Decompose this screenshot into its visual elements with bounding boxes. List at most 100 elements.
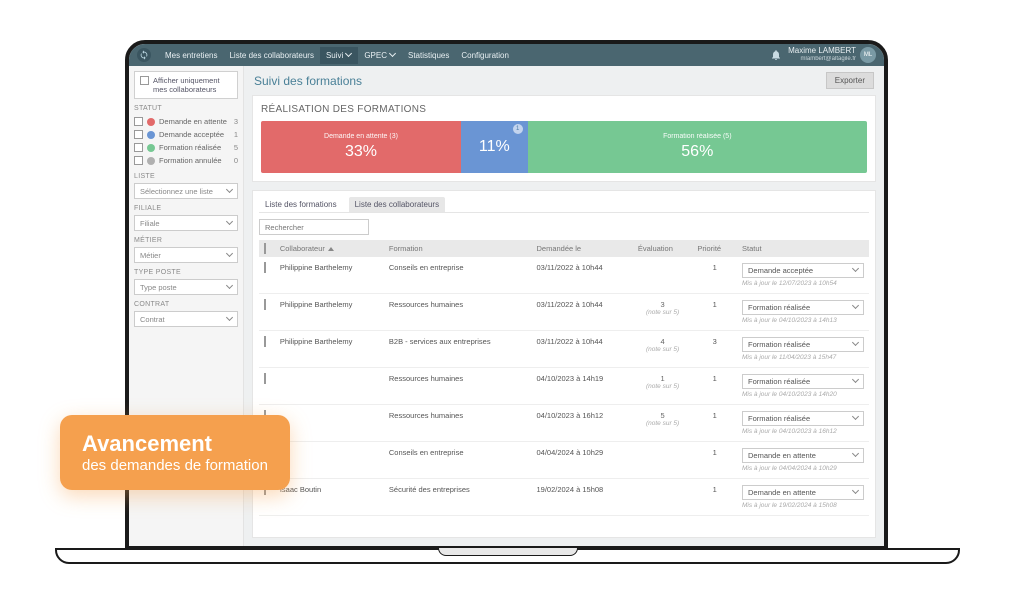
statut-filter-item[interactable]: Formation annulée0 [134,154,238,167]
typeposte-select[interactable]: Type poste [134,279,238,295]
avatar: ML [860,47,876,63]
app-logo-icon[interactable] [137,48,151,62]
row-checkbox[interactable] [264,299,266,310]
cell-priorite: 1 [692,405,737,442]
statut-filter-item[interactable]: Formation réalisée5 [134,141,238,154]
segment-percent: 11% [479,138,510,156]
toggle-my-collaborators[interactable]: Afficher uniquement mes collaborateurs [134,71,238,99]
column-header[interactable]: Évaluation [633,240,692,257]
liste-placeholder: Sélectionnez une liste [140,187,213,196]
checkbox-icon[interactable] [264,243,266,254]
cell-date: 04/10/2023 à 16h12 [531,405,632,442]
cell-date: 04/10/2023 à 14h19 [531,368,632,405]
cell-formation: B2B - services aux entreprises [384,331,532,368]
chevron-down-icon [227,188,233,194]
tab-liste-des-collaborateurs[interactable]: Liste des collaborateurs [349,197,446,212]
column-header[interactable]: Priorité [692,240,737,257]
row-checkbox[interactable] [264,373,266,384]
nav-item-statistiques[interactable]: Statistiques [402,47,455,64]
chevron-down-icon [227,220,233,226]
main-panel: Suivi des formations Exporter RÉALISATIO… [244,66,884,546]
filiale-select[interactable]: Filiale [134,215,238,231]
cell-collaborateur [275,368,384,405]
laptop-base [55,548,960,564]
nav-item-configuration[interactable]: Configuration [455,47,515,64]
user-email: mlambert@altagile.fr [788,56,856,63]
row-checkbox[interactable] [264,336,266,347]
notification-icon[interactable] [770,49,782,61]
cell-date: 03/11/2022 à 10h44 [531,331,632,368]
status-dot-icon [147,157,155,165]
nav-item-liste-des-collaborateurs[interactable]: Liste des collaborateurs [223,47,320,64]
realisation-heading: RÉALISATION DES FORMATIONS [261,104,867,115]
callout-title: Avancement [82,431,268,457]
contrat-placeholder: Contrat [140,315,165,324]
cell-formation: Sécurité des entreprises [384,479,532,516]
nav-item-suivi[interactable]: Suivi [320,47,358,64]
updated-at: Mis à jour le 04/04/2024 à 10h29 [742,465,864,472]
export-button[interactable]: Exporter [826,72,874,89]
cell-priorite: 1 [692,442,737,479]
statut-count: 0 [234,156,238,165]
liste-select[interactable]: Sélectionnez une liste [134,183,238,199]
statut-count: 3 [234,117,238,126]
statut-select[interactable]: Formation réalisée [742,337,864,352]
typeposte-placeholder: Type poste [140,283,177,292]
chevron-down-icon [853,489,859,495]
status-dot-icon [147,144,155,152]
statut-label: Demande acceptée [159,130,230,139]
chevron-down-icon [853,452,859,458]
statut-select[interactable]: Formation réalisée [742,411,864,426]
statut-select[interactable]: Demande acceptée [742,263,864,278]
tab-liste-des-formations[interactable]: Liste des formations [259,197,343,212]
statut-select[interactable]: Demande en attente [742,485,864,500]
cell-collaborateur: Philippine Barthelemy [275,257,384,294]
cell-priorite: 3 [692,331,737,368]
cell-collaborateur: Philippine Barthelemy [275,294,384,331]
statut-select[interactable]: Demande en attente [742,448,864,463]
column-header[interactable]: Formation [384,240,532,257]
checkbox-icon [140,76,149,85]
row-checkbox[interactable] [264,262,266,273]
collaborators-table: CollaborateurFormationDemandée leÉvaluat… [259,240,869,516]
statut-select[interactable]: Formation réalisée [742,374,864,389]
cell-formation: Ressources humaines [384,405,532,442]
statut-value: Formation réalisée [748,303,810,312]
user-menu[interactable]: Maxime LAMBERT mlambert@altagile.fr ML [788,47,876,63]
laptop-notch [438,548,578,556]
search-input[interactable] [259,219,369,235]
updated-at: Mis à jour le 12/07/2023 à 10h54 [742,280,864,287]
contrat-select[interactable]: Contrat [134,311,238,327]
chevron-down-icon [853,267,859,273]
cell-priorite: 1 [692,294,737,331]
chevron-down-icon [227,252,233,258]
list-card: Liste des formations Liste des collaborat… [252,190,876,538]
status-dot-icon [147,118,155,126]
chevron-down-icon [346,52,352,58]
table-row: Ressources humaines 04/10/2023 à 16h12 5… [259,405,869,442]
column-header[interactable]: Statut [737,240,869,257]
cell-collaborateur: Philippine Barthelemy [275,331,384,368]
cell-evaluation: 4(note sur 5) [633,331,692,368]
statut-filter-item[interactable]: Demande acceptée1 [134,128,238,141]
segment-badge: 1 [513,124,523,134]
nav-item-mes-entretiens[interactable]: Mes entretiens [159,47,223,64]
statut-value: Formation réalisée [748,340,810,349]
cell-evaluation [633,257,692,294]
column-header[interactable]: Demandée le [531,240,632,257]
statut-filter-item[interactable]: Demande en attente3 [134,115,238,128]
realisation-segment: 11%1 [461,121,528,173]
cell-date: 19/02/2024 à 15h08 [531,479,632,516]
segment-percent: 33% [345,143,377,161]
table-row: Philippine Barthelemy B2B - services aux… [259,331,869,368]
statut-select[interactable]: Formation réalisée [742,300,864,315]
cell-formation: Conseils en entreprise [384,257,532,294]
metier-select[interactable]: Métier [134,247,238,263]
nav-item-gpec[interactable]: GPEC [358,47,402,64]
column-header[interactable]: Collaborateur [275,240,384,257]
filiale-heading: FILIALE [134,205,238,212]
statut-value: Demande en attente [748,488,816,497]
cell-date: 03/11/2022 à 10h44 [531,257,632,294]
cell-formation: Ressources humaines [384,368,532,405]
updated-at: Mis à jour le 04/10/2023 à 14h13 [742,317,864,324]
